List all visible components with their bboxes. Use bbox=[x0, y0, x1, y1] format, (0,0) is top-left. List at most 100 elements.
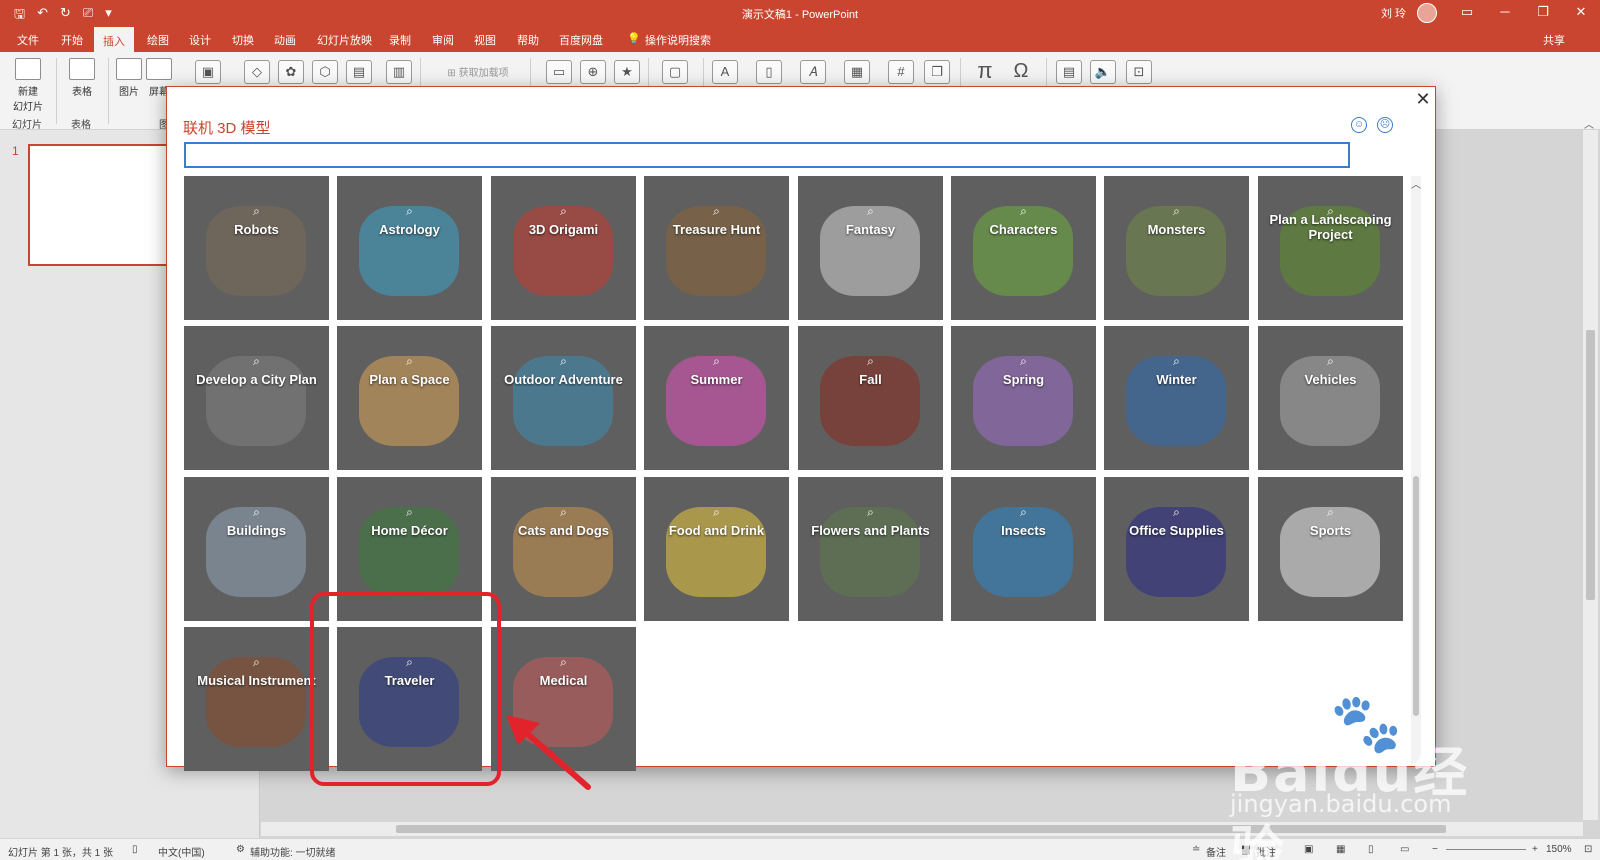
dialog-scrollbar[interactable]: ︿ bbox=[1411, 176, 1421, 764]
audio-icon[interactable]: 🔈 bbox=[1090, 60, 1116, 84]
reading-view-icon[interactable]: ▯ bbox=[1368, 844, 1374, 855]
zoom-out-icon[interactable]: − bbox=[1432, 844, 1438, 855]
tab-review[interactable]: 审阅 bbox=[429, 32, 457, 48]
collapse-ribbon-icon[interactable]: ︿ bbox=[1584, 116, 1594, 131]
date-time-icon[interactable]: ▦ bbox=[844, 60, 870, 84]
tab-help[interactable]: 帮助 bbox=[514, 32, 542, 48]
horizontal-scroll-thumb[interactable] bbox=[396, 825, 1446, 833]
category-tile[interactable]: ⌕ Astrology bbox=[337, 176, 482, 320]
category-tile[interactable]: ⌕ Winter bbox=[1104, 326, 1249, 470]
category-tile[interactable]: ⌕ Summer bbox=[644, 326, 789, 470]
category-tile[interactable]: ⌕ Robots bbox=[184, 176, 329, 320]
wordart-icon[interactable]: 𝐴 bbox=[800, 60, 826, 84]
search-input[interactable] bbox=[184, 142, 1350, 168]
category-tile[interactable]: ⌕ 3D Origami bbox=[491, 176, 636, 320]
category-tile[interactable]: ⌕ Treasure Hunt bbox=[644, 176, 789, 320]
category-tile[interactable]: ⌕ Buildings bbox=[184, 477, 329, 621]
category-tile[interactable]: ⌕ Develop a City Plan bbox=[184, 326, 329, 470]
slideshow-icon[interactable]: ▭ bbox=[1400, 844, 1409, 855]
tab-view[interactable]: 视图 bbox=[471, 32, 499, 48]
action-icon[interactable]: ★ bbox=[614, 60, 640, 84]
restore-icon[interactable]: ❐ bbox=[1528, 4, 1558, 20]
category-tile[interactable]: ⌕ Food and Drink bbox=[644, 477, 789, 621]
smartart-icon[interactable]: ▤ bbox=[346, 60, 372, 84]
tab-draw[interactable]: 绘图 bbox=[144, 32, 172, 48]
header-footer-icon[interactable]: ▯ bbox=[756, 60, 782, 84]
category-tile[interactable]: ⌕ Plan a Landscaping Project bbox=[1258, 176, 1403, 320]
comments-button[interactable]: 批注 bbox=[1256, 844, 1276, 859]
language[interactable]: 中文(中国) bbox=[158, 844, 205, 859]
shapes-icon[interactable]: ◇ bbox=[244, 60, 270, 84]
zoom-level[interactable]: 150% bbox=[1546, 844, 1572, 855]
avatar[interactable] bbox=[1417, 3, 1437, 23]
zoom-slider[interactable] bbox=[1446, 849, 1526, 850]
dialog-scroll-thumb[interactable] bbox=[1413, 476, 1419, 716]
chart-icon[interactable]: ▥ bbox=[386, 60, 412, 84]
textbox-icon[interactable]: A bbox=[712, 60, 738, 84]
vertical-scrollbar[interactable] bbox=[1583, 130, 1598, 820]
category-label: Spring bbox=[1002, 372, 1045, 387]
tab-home[interactable]: 开始 bbox=[58, 32, 86, 48]
horizontal-scrollbar[interactable] bbox=[261, 822, 1583, 836]
tab-slideshow[interactable]: 幻灯片放映 bbox=[314, 32, 375, 48]
object-icon[interactable]: ❐ bbox=[924, 60, 950, 84]
table-button[interactable]: 表格 bbox=[66, 58, 98, 98]
accessibility-status[interactable]: 辅助功能: 一切就绪 bbox=[250, 844, 336, 859]
category-tile[interactable]: ⌕ Outdoor Adventure bbox=[491, 326, 636, 470]
tab-baidu-netdisk[interactable]: 百度网盘 bbox=[556, 32, 606, 48]
category-tile[interactable]: ⌕ Spring bbox=[951, 326, 1096, 470]
category-tile[interactable]: ⌕ Fantasy bbox=[798, 176, 943, 320]
tab-file[interactable]: 文件 bbox=[14, 32, 42, 48]
category-tile[interactable]: ⌕ Vehicles bbox=[1258, 326, 1403, 470]
zoom-icon[interactable]: ▭ bbox=[546, 60, 572, 84]
picture-button[interactable]: 图片 bbox=[114, 58, 144, 98]
tab-design[interactable]: 设计 bbox=[186, 32, 214, 48]
frown-feedback-icon[interactable]: ☹ bbox=[1377, 117, 1393, 133]
smile-feedback-icon[interactable]: ☺ bbox=[1351, 117, 1367, 133]
video-icon[interactable]: ▤ bbox=[1056, 60, 1082, 84]
equation-icon[interactable]: π bbox=[972, 60, 998, 84]
photo-album-icon[interactable]: ▣ bbox=[195, 60, 221, 84]
tab-record[interactable]: 录制 bbox=[386, 32, 414, 48]
zoom-in-icon[interactable]: + bbox=[1532, 844, 1538, 855]
minimize-icon[interactable]: ─ bbox=[1490, 4, 1520, 19]
comment-icon[interactable]: ▢ bbox=[662, 60, 688, 84]
category-tile[interactable]: ⌕ Flowers and Plants bbox=[798, 477, 943, 621]
slide-thumbnail[interactable] bbox=[28, 144, 178, 266]
category-tile[interactable]: ⌕ Characters bbox=[951, 176, 1096, 320]
get-addins-button[interactable]: ⊞ 获取加载项 bbox=[438, 64, 518, 79]
spellcheck-icon[interactable]: ▯ bbox=[132, 844, 138, 855]
slide-sorter-icon[interactable]: ▦ bbox=[1336, 844, 1345, 855]
model-preview bbox=[513, 356, 613, 446]
normal-view-icon[interactable]: ▣ bbox=[1304, 844, 1313, 855]
screen-recording-icon[interactable]: ⊡ bbox=[1126, 60, 1152, 84]
category-tile[interactable]: ⌕ Musical Instrument bbox=[184, 627, 329, 771]
notes-button[interactable]: 备注 bbox=[1206, 844, 1226, 859]
category-tile[interactable]: ⌕ Sports bbox=[1258, 477, 1403, 621]
category-tile[interactable]: ⌕ Plan a Space bbox=[337, 326, 482, 470]
tab-animations[interactable]: 动画 bbox=[271, 32, 299, 48]
share-button[interactable]: 共享 bbox=[1543, 32, 1565, 48]
tab-transitions[interactable]: 切换 bbox=[229, 32, 257, 48]
category-tile[interactable]: ⌕ Cats and Dogs bbox=[491, 477, 636, 621]
scroll-up-icon[interactable]: ︿ bbox=[1411, 176, 1421, 191]
tell-me-search[interactable]: 操作说明搜索 bbox=[642, 32, 714, 48]
3d-models-icon[interactable]: ⬡ bbox=[312, 60, 338, 84]
category-tile[interactable]: ⌕ Insects bbox=[951, 477, 1096, 621]
close-icon[interactable]: ✕ bbox=[1413, 89, 1433, 110]
close-window-icon[interactable]: ✕ bbox=[1566, 4, 1596, 20]
new-slide-button[interactable]: 新建 幻灯片 bbox=[8, 58, 48, 113]
category-tile[interactable]: ⌕ Fall bbox=[798, 326, 943, 470]
ribbon-display-icon[interactable]: ▭ bbox=[1452, 4, 1482, 20]
user-name[interactable]: 刘 玲 bbox=[1381, 5, 1406, 21]
slide-number-icon[interactable]: # bbox=[888, 60, 914, 84]
category-tile[interactable]: ⌕ Monsters bbox=[1104, 176, 1249, 320]
fit-slide-icon[interactable]: ⊡ bbox=[1584, 844, 1592, 855]
vertical-scroll-thumb[interactable] bbox=[1586, 330, 1595, 600]
icons-icon[interactable]: ✿ bbox=[278, 60, 304, 84]
symbol-icon[interactable]: Ω bbox=[1008, 60, 1034, 84]
tab-insert[interactable]: 插入 bbox=[94, 27, 134, 52]
addins-label: 获取加载项 bbox=[458, 68, 509, 79]
category-tile[interactable]: ⌕ Office Supplies bbox=[1104, 477, 1249, 621]
link-icon[interactable]: ⊕ bbox=[580, 60, 606, 84]
